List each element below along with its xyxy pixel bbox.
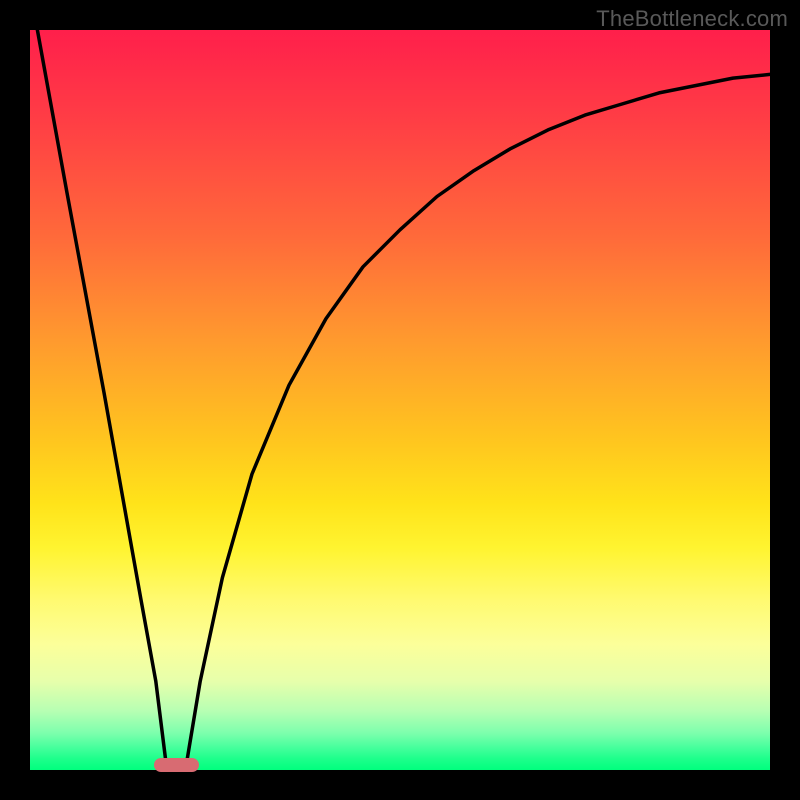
left-descent-path [37, 30, 167, 770]
plot-area [30, 30, 770, 770]
root-frame: TheBottleneck.com [0, 0, 800, 800]
watermark-text: TheBottleneck.com [596, 6, 788, 32]
curve-svg [30, 30, 770, 770]
min-marker [154, 758, 198, 772]
right-log-path [185, 74, 770, 770]
